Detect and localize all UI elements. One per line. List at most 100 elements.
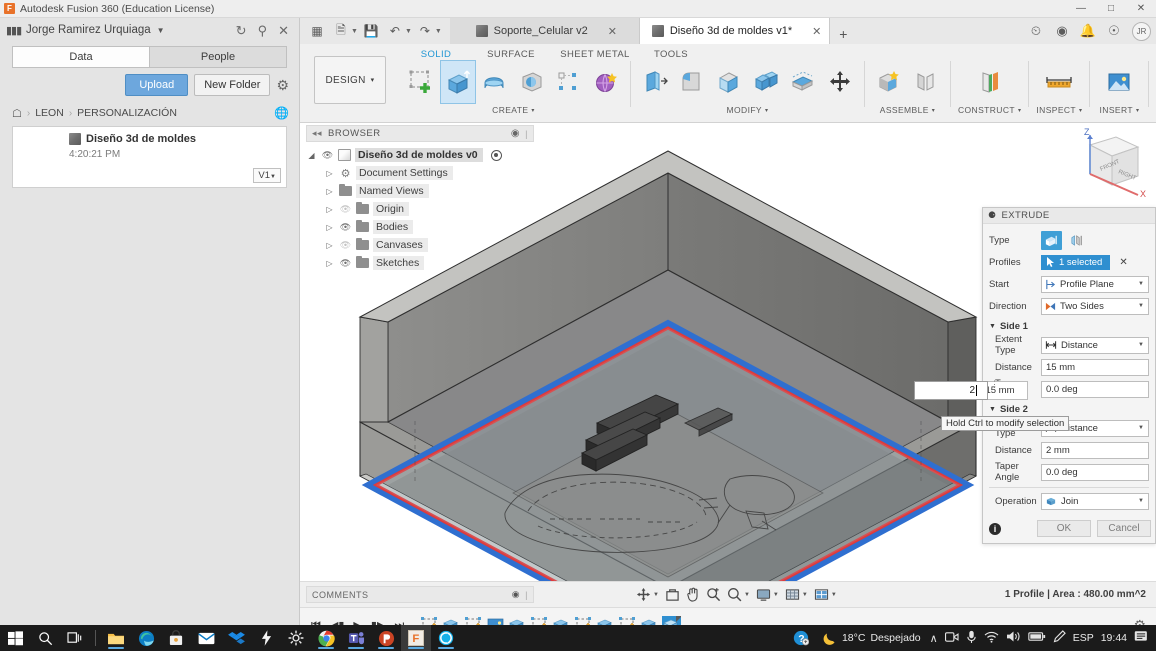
tree-node-root[interactable]: ◢ 👁 Diseño 3d de moldes v0 bbox=[306, 146, 534, 164]
ribbon-group-label-modify[interactable]: MODIFY ▾ bbox=[727, 105, 769, 115]
manipulator-distance-input[interactable]: 2 bbox=[914, 381, 988, 400]
pen-icon[interactable] bbox=[1053, 630, 1066, 647]
offset-face-icon[interactable] bbox=[786, 61, 820, 103]
maximize-button[interactable]: □ bbox=[1096, 0, 1126, 18]
collapse-left-icon[interactable]: ◂◂ bbox=[312, 128, 322, 139]
taskbar-app-flash[interactable] bbox=[251, 625, 281, 651]
eye-icon-hidden[interactable]: 👁 bbox=[339, 204, 352, 215]
press-pull-icon[interactable] bbox=[638, 61, 672, 103]
grid-snaps-icon[interactable]: ▼ bbox=[783, 585, 810, 605]
eye-icon[interactable]: 👁 bbox=[339, 222, 352, 233]
side2-distance-input[interactable]: 2 mm bbox=[1041, 442, 1149, 459]
comments-panel-toggle[interactable]: COMMENTS ◉ | bbox=[306, 586, 534, 603]
start-dropdown[interactable]: Profile Plane ▼ bbox=[1041, 276, 1149, 293]
manipulator-drag-grip[interactable]: ⋮ bbox=[990, 382, 996, 387]
job-status-icon[interactable]: ⏲ bbox=[1024, 20, 1048, 42]
move-copy-icon[interactable] bbox=[823, 61, 857, 103]
close-button[interactable]: ✕ bbox=[1126, 0, 1156, 18]
save-icon[interactable]: 💾 bbox=[360, 21, 382, 41]
expand-triangle-icon[interactable]: ▷ bbox=[324, 241, 335, 250]
extrude-dialog-header[interactable]: ⚈ EXTRUDE bbox=[983, 208, 1155, 224]
side1-section-header[interactable]: ▼ Side 1 bbox=[989, 317, 1149, 334]
expand-triangle-icon[interactable]: ▷ bbox=[324, 259, 335, 268]
thin-extrude-icon[interactable] bbox=[1066, 231, 1087, 250]
breadcrumb-item-personalizacion[interactable]: PERSONALIZACIÓN bbox=[77, 107, 177, 119]
close-icon[interactable]: ✕ bbox=[812, 25, 821, 38]
offset-plane-icon[interactable] bbox=[968, 61, 1012, 103]
side2-section-header[interactable]: ▼ Side 2 bbox=[989, 400, 1149, 417]
cancel-button[interactable]: Cancel bbox=[1097, 520, 1151, 537]
recent-icon[interactable]: ◉ bbox=[1050, 20, 1074, 42]
undo-icon[interactable]: ↶ bbox=[384, 21, 406, 41]
expand-triangle-icon[interactable]: ▷ bbox=[324, 187, 335, 196]
taskbar-app-settings[interactable] bbox=[281, 625, 311, 651]
clear-selection-icon[interactable]: ✕ bbox=[1119, 257, 1127, 268]
rectangular-pattern-icon[interactable] bbox=[552, 61, 586, 103]
eye-icon-hidden[interactable]: 👁 bbox=[339, 240, 352, 251]
ribbon-group-label-inspect[interactable]: INSPECT ▾ bbox=[1036, 105, 1082, 115]
info-icon[interactable]: i bbox=[989, 523, 1001, 535]
meet-now-icon[interactable] bbox=[945, 631, 959, 646]
taskbar-app-file-explorer[interactable] bbox=[101, 625, 131, 651]
eye-icon[interactable]: 👁 bbox=[321, 150, 334, 161]
expand-triangle-icon[interactable]: ▷ bbox=[324, 223, 335, 232]
display-settings-icon[interactable]: ▼ bbox=[754, 585, 781, 605]
grid-apps-icon[interactable]: ▦ bbox=[306, 21, 328, 41]
workspace-switcher-button[interactable]: DESIGN ▾ bbox=[314, 56, 386, 104]
search-icon[interactable]: ⚲ bbox=[258, 24, 268, 37]
panel-grip-icon[interactable]: | bbox=[525, 129, 528, 139]
new-document-tab-button[interactable]: + bbox=[830, 24, 856, 44]
extrude-icon[interactable] bbox=[441, 61, 475, 103]
chevron-down-icon[interactable]: ▼ bbox=[653, 592, 659, 598]
avatar[interactable]: JR bbox=[1132, 22, 1151, 41]
side1-distance-input[interactable]: 15 mm bbox=[1041, 359, 1149, 376]
panel-menu-icon[interactable]: ◉ bbox=[511, 128, 520, 139]
insert-image-icon[interactable] bbox=[1097, 61, 1141, 103]
task-view-icon[interactable] bbox=[60, 625, 90, 651]
operation-dropdown[interactable]: Join ▼ bbox=[1041, 493, 1149, 510]
taskbar-app-powerpoint[interactable] bbox=[371, 625, 401, 651]
chevron-down-icon[interactable]: ▼ bbox=[744, 592, 750, 598]
project-file-card[interactable]: Diseño 3d de moldes 4:20:21 PM V1▼ bbox=[12, 126, 287, 188]
taskbar-app-mail[interactable] bbox=[191, 625, 221, 651]
ok-button[interactable]: OK bbox=[1037, 520, 1091, 537]
expand-triangle-icon[interactable]: ▷ bbox=[324, 205, 335, 214]
chevron-down-icon[interactable]: ▼ bbox=[157, 26, 165, 35]
pan-icon[interactable] bbox=[684, 585, 702, 605]
battery-icon[interactable] bbox=[1028, 631, 1046, 645]
side1-extent-type-dropdown[interactable]: Distance ▼ bbox=[1041, 337, 1149, 354]
taskbar-app-dropbox[interactable] bbox=[221, 625, 251, 651]
chevron-down-icon[interactable]: ▼ bbox=[773, 592, 779, 598]
ribbon-group-label-assemble[interactable]: ASSEMBLE ▾ bbox=[880, 105, 935, 115]
chevron-down-icon[interactable]: ▼ bbox=[802, 592, 808, 598]
joint-icon[interactable] bbox=[909, 61, 943, 103]
view-cube[interactable]: FRONT RIGHT Z X bbox=[1060, 125, 1150, 203]
user-name-label[interactable]: Jorge Ramirez Urquiaga bbox=[26, 24, 151, 36]
redo-icon[interactable]: ↷ bbox=[414, 21, 436, 41]
volume-icon[interactable] bbox=[1006, 630, 1021, 646]
zoom-icon[interactable] bbox=[704, 585, 723, 605]
taskbar-app-fusion-360[interactable]: F bbox=[401, 625, 431, 651]
look-at-icon[interactable] bbox=[663, 585, 682, 605]
taskbar-app-microsoft-edge[interactable] bbox=[131, 625, 161, 651]
tab-tools[interactable]: TOOLS bbox=[640, 47, 702, 62]
taskbar-app-microsoft-store[interactable] bbox=[161, 625, 191, 651]
refresh-icon[interactable]: ↻ bbox=[236, 24, 247, 37]
chevron-down-icon-newfile[interactable]: ▼ bbox=[351, 28, 358, 35]
side1-taper-input[interactable]: 0.0 deg bbox=[1041, 381, 1149, 398]
tab-surface[interactable]: SURFACE bbox=[472, 47, 550, 62]
taskbar-help-icon[interactable]: ? bbox=[793, 630, 809, 646]
profile-extrude-icon[interactable] bbox=[1041, 231, 1062, 250]
panel-grip-icon[interactable]: | bbox=[525, 590, 528, 600]
tab-data[interactable]: Data bbox=[12, 46, 149, 68]
minimize-button[interactable]: — bbox=[1066, 0, 1096, 18]
ribbon-group-label-construct[interactable]: CONSTRUCT ▾ bbox=[958, 105, 1021, 115]
new-file-icon[interactable]: 🗎 bbox=[330, 21, 352, 41]
tree-node-document-settings[interactable]: ▷ ⚙ Document Settings bbox=[306, 164, 534, 182]
tab-sheet-metal[interactable]: SHEET METAL bbox=[550, 47, 640, 62]
ribbon-group-label-insert[interactable]: INSERT ▾ bbox=[1100, 105, 1140, 115]
side2-taper-input[interactable]: 0.0 deg bbox=[1041, 464, 1149, 481]
shell-icon[interactable] bbox=[712, 61, 746, 103]
tree-node-canvases[interactable]: ▷ 👁 Canvases bbox=[306, 236, 534, 254]
create-form-icon[interactable] bbox=[589, 61, 623, 103]
